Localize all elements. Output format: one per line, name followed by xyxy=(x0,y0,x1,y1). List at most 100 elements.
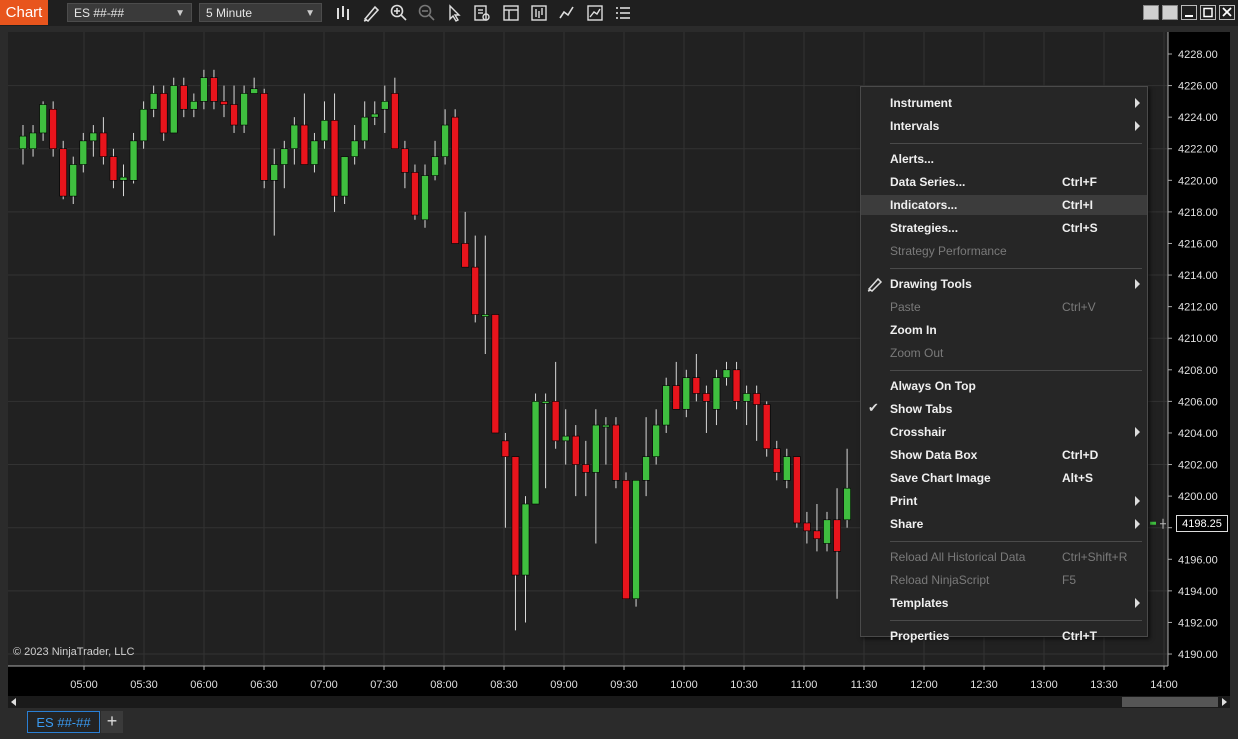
horizontal-scrollbar[interactable] xyxy=(8,696,1230,708)
tab-es[interactable]: ES ##-## xyxy=(27,711,100,733)
menu-item-paste[interactable]: Paste Ctrl+V xyxy=(861,297,1147,317)
menu-item-shortcut: Ctrl+I xyxy=(1062,198,1094,212)
toolbar: Chart ES ##-## ▼ 5 Minute ▼ xyxy=(0,0,1238,26)
candle-body xyxy=(722,369,731,378)
properties-icon[interactable] xyxy=(501,3,521,23)
indicators-icon[interactable] xyxy=(529,3,549,23)
menu-item-indicators[interactable]: Indicators... Ctrl+I xyxy=(861,195,1147,215)
candle-body xyxy=(461,243,470,268)
candle-body xyxy=(471,266,480,315)
menu-item-print[interactable]: Print xyxy=(861,491,1147,511)
candle-body xyxy=(431,156,439,176)
menu-item-instrument[interactable]: Instrument xyxy=(861,93,1147,113)
menu-item-strategy-performance[interactable]: Strategy Performance xyxy=(861,241,1147,261)
x-tick-label: 06:30 xyxy=(250,679,278,691)
candle-body xyxy=(571,435,580,465)
candle-body xyxy=(833,519,841,552)
x-tick-label: 10:00 xyxy=(670,679,698,691)
candle-body xyxy=(682,377,691,410)
candle-body xyxy=(360,116,369,142)
pointer-icon[interactable] xyxy=(445,3,465,23)
candle-body xyxy=(310,140,319,165)
candle-body xyxy=(481,314,490,317)
instrument-select[interactable]: ES ##-## ▼ xyxy=(67,3,192,22)
menu-item-label: Data Series... xyxy=(890,175,966,189)
menu-item-label: Always On Top xyxy=(890,379,976,393)
menu-item-reload-all-historical-data[interactable]: Reload All Historical Data Ctrl+Shift+R xyxy=(861,547,1147,567)
menu-item-show-data-box[interactable]: Show Data Box Ctrl+D xyxy=(861,445,1147,465)
menu-item-shortcut: Alt+S xyxy=(1062,471,1094,485)
menu-item-label: Indicators... xyxy=(890,198,958,212)
menu-item-drawing-tools[interactable]: Drawing Tools xyxy=(861,274,1147,294)
bar-type-icon[interactable] xyxy=(334,3,354,23)
candle-body xyxy=(732,369,741,402)
menu-item-share[interactable]: Share xyxy=(861,514,1147,534)
minimize-button[interactable] xyxy=(1181,5,1197,20)
menu-item-save-chart-image[interactable]: Save Chart Image Alt+S xyxy=(861,468,1147,488)
window-link-button[interactable] xyxy=(1162,5,1178,20)
copyright-text: © 2023 NinjaTrader, LLC xyxy=(13,646,135,658)
candle-body xyxy=(752,393,761,405)
zoom-in-icon[interactable] xyxy=(389,3,409,23)
candle-body xyxy=(49,108,57,150)
menu-item-templates[interactable]: Templates xyxy=(861,593,1147,613)
y-tick-label: 4204.00 xyxy=(1178,428,1218,440)
zoom-out-icon[interactable] xyxy=(417,3,437,23)
menu-item-strategies[interactable]: Strategies... Ctrl+S xyxy=(861,218,1147,238)
menu-item-always-on-top[interactable]: Always On Top xyxy=(861,376,1147,396)
candle-body xyxy=(139,108,148,142)
list-icon[interactable] xyxy=(613,3,633,23)
close-button[interactable] xyxy=(1219,5,1235,20)
candle-body xyxy=(762,404,771,450)
strategies-icon[interactable] xyxy=(557,3,577,23)
menu-item-reload-ninjascript[interactable]: Reload NinjaScript F5 xyxy=(861,570,1147,590)
menu-item-intervals[interactable]: Intervals xyxy=(861,116,1147,136)
menu-item-label: Strategy Performance xyxy=(890,244,1007,258)
candle-body xyxy=(79,140,88,165)
submenu-arrow-icon xyxy=(1135,279,1140,289)
chart-trader-icon[interactable] xyxy=(585,3,605,23)
menu-item-label: Crosshair xyxy=(890,425,947,439)
y-tick-label: 4212.00 xyxy=(1178,302,1218,314)
menu-item-label: Zoom In xyxy=(890,323,937,337)
menu-item-properties[interactable]: Properties Ctrl+T xyxy=(861,626,1147,646)
candle-body xyxy=(622,480,630,600)
interval-select[interactable]: 5 Minute ▼ xyxy=(199,3,322,22)
pencil-icon xyxy=(867,277,883,292)
menu-item-label: Properties xyxy=(890,629,950,643)
candle-body xyxy=(39,104,47,134)
menu-item-data-series[interactable]: Data Series... Ctrl+F xyxy=(861,172,1147,192)
candle-body xyxy=(823,519,831,544)
candle-body xyxy=(159,93,168,134)
scrollbar-thumb[interactable] xyxy=(1122,697,1218,707)
candle-body xyxy=(843,487,851,521)
tab-bar: ES ##-## + xyxy=(0,709,1238,739)
scroll-right-icon[interactable] xyxy=(1218,696,1230,708)
candle-body xyxy=(531,401,540,505)
scroll-left-icon[interactable] xyxy=(8,696,20,708)
candle-body xyxy=(340,156,349,197)
candle-body xyxy=(521,503,530,576)
menu-item-alerts[interactable]: Alerts... xyxy=(861,149,1147,169)
y-tick-label: 4214.00 xyxy=(1178,270,1218,282)
candle-body xyxy=(280,148,289,165)
candle-body xyxy=(793,456,801,524)
candle-body xyxy=(712,377,721,410)
data-box-icon[interactable] xyxy=(472,3,492,23)
candle-body xyxy=(370,113,379,118)
x-tick-label: 13:30 xyxy=(1090,679,1118,691)
menu-item-label: Templates xyxy=(890,596,949,610)
window-tile-button[interactable] xyxy=(1143,5,1159,20)
candle-body xyxy=(541,401,550,404)
menu-item-zoom-in[interactable]: Zoom In xyxy=(861,320,1147,340)
candle-body xyxy=(270,164,279,181)
y-tick-label: 4192.00 xyxy=(1178,617,1218,629)
app-tab-chart[interactable]: Chart xyxy=(0,0,48,25)
add-tab-button[interactable]: + xyxy=(101,711,123,733)
menu-item-zoom-out[interactable]: Zoom Out xyxy=(861,343,1147,363)
drawing-tool-icon[interactable] xyxy=(361,3,381,23)
menu-item-crosshair[interactable]: Crosshair xyxy=(861,422,1147,442)
maximize-button[interactable] xyxy=(1200,5,1216,20)
menu-item-show-tabs[interactable]: Show Tabs ✔ xyxy=(861,399,1147,419)
last-price-marker: 4198.25 xyxy=(1176,515,1228,532)
